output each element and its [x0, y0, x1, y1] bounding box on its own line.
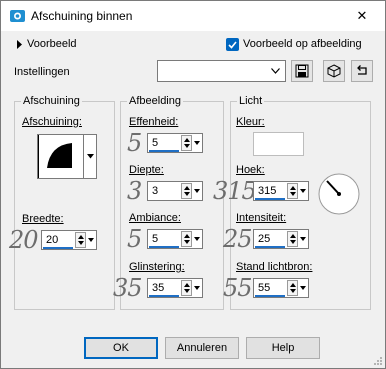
- light-elevation-dropdown[interactable]: [299, 281, 308, 295]
- light-angle-arrows[interactable]: [287, 183, 298, 199]
- light-elevation-bar: [255, 295, 285, 297]
- smoothness-bar: [149, 150, 179, 152]
- smoothness-spinner[interactable]: 5: [147, 133, 203, 153]
- light-elevation-ghost: 55: [223, 274, 253, 302]
- ambience-arrows[interactable]: [181, 231, 192, 247]
- light-angle-bar: [255, 198, 285, 200]
- chevron-down-icon: [87, 154, 94, 159]
- light-intensity-value: 25: [258, 233, 271, 245]
- bevel-width-value: 20: [46, 234, 59, 246]
- resize-grip-icon[interactable]: [373, 356, 383, 366]
- depth-spinner[interactable]: 3: [147, 181, 203, 201]
- smoothness-arrows[interactable]: [181, 135, 192, 151]
- light-intensity-arrows[interactable]: [287, 231, 298, 247]
- smoothness-label: Effenheid:: [129, 116, 179, 128]
- light-angle-dropdown[interactable]: [299, 184, 308, 198]
- help-button[interactable]: Help: [246, 337, 320, 359]
- light-angle-spinner[interactable]: 315: [253, 181, 309, 201]
- light-elevation-spinner[interactable]: 55: [253, 278, 309, 298]
- preset-options-button[interactable]: [323, 60, 345, 82]
- cancel-button[interactable]: Annuleren: [165, 337, 239, 359]
- preview-toggle[interactable]: Voorbeeld: [16, 38, 106, 52]
- bevel-group: Afschuining: [14, 95, 115, 310]
- preview-toggle-label: Voorbeeld: [27, 38, 77, 50]
- checkmark-icon: [228, 40, 237, 49]
- preview-on-image-label: Voorbeeld op afbeelding: [243, 38, 362, 50]
- depth-dropdown[interactable]: [193, 184, 202, 198]
- ambience-ghost: 5: [127, 225, 142, 253]
- light-intensity-ghost: 25: [223, 225, 253, 253]
- title-bar[interactable]: Afschuining binnen ✕: [1, 1, 385, 31]
- reset-button[interactable]: [351, 60, 373, 82]
- bevel-width-bar: [43, 247, 73, 249]
- light-intensity-spinner[interactable]: 25: [253, 229, 309, 249]
- ambience-dropdown[interactable]: [193, 232, 202, 246]
- settings-combo[interactable]: [157, 60, 286, 82]
- ambience-value: 5: [152, 233, 159, 245]
- shininess-label: Glinstering:: [129, 261, 185, 273]
- bevel-shape-dropdown[interactable]: [83, 135, 96, 178]
- light-angle-ghost: 315: [213, 177, 257, 205]
- smoothness-ghost: 5: [127, 129, 142, 157]
- bevel-width-ghost: 20: [9, 226, 39, 254]
- smoothness-dropdown[interactable]: [193, 136, 202, 150]
- shininess-ghost: 35: [113, 274, 143, 302]
- app-icon: [10, 10, 25, 22]
- bevel-shape-preview-icon: [38, 135, 84, 178]
- light-color-label: Kleur:: [236, 116, 265, 128]
- light-intensity-bar: [255, 246, 285, 248]
- light-elevation-arrows[interactable]: [287, 280, 298, 296]
- bevel-width-spinner[interactable]: 20: [41, 230, 97, 250]
- chevron-down-icon: [271, 68, 280, 74]
- light-group-title: Licht: [237, 95, 265, 107]
- ambience-bar: [149, 246, 179, 248]
- light-intensity-dropdown[interactable]: [299, 232, 308, 246]
- bevel-width-label: Breedte:: [22, 213, 64, 225]
- window-title: Afschuining binnen: [31, 9, 133, 23]
- reset-arrow-icon: [357, 65, 367, 75]
- preview-on-image-checkbox[interactable]: [226, 38, 239, 51]
- ambience-spinner[interactable]: 5: [147, 229, 203, 249]
- shininess-arrows[interactable]: [181, 280, 192, 296]
- depth-arrows[interactable]: [181, 183, 192, 199]
- save-preset-button[interactable]: [291, 60, 313, 82]
- angle-dial-icon[interactable]: [317, 172, 361, 216]
- shininess-bar: [149, 295, 179, 297]
- light-elevation-value: 55: [258, 282, 271, 294]
- ok-button[interactable]: OK: [84, 337, 158, 359]
- close-button[interactable]: ✕: [339, 1, 385, 31]
- cube-icon: [327, 64, 341, 78]
- light-elevation-label: Stand lichtbron:: [236, 261, 313, 273]
- light-angle-label: Hoek:: [236, 164, 265, 176]
- bevel-shape-picker[interactable]: [37, 134, 97, 179]
- close-icon: ✕: [356, 8, 368, 23]
- shininess-dropdown[interactable]: [193, 281, 202, 295]
- light-angle-value: 315: [258, 185, 277, 197]
- depth-value: 3: [152, 185, 159, 197]
- floppy-disk-icon: [295, 64, 309, 78]
- settings-label: Instellingen: [14, 66, 70, 78]
- bevel-shape-label: Afschuining:: [22, 116, 82, 128]
- triangle-right-icon: [17, 40, 22, 49]
- shininess-spinner[interactable]: 35: [147, 278, 203, 298]
- ambience-label: Ambiance:: [129, 212, 181, 224]
- smoothness-value: 5: [152, 137, 159, 149]
- depth-label: Diepte:: [129, 164, 164, 176]
- depth-ghost: 3: [127, 177, 142, 205]
- bevel-dialog: Afschuining binnen ✕ Voorbeeld Voorbeeld…: [0, 0, 386, 369]
- shininess-value: 35: [152, 282, 165, 294]
- light-color-swatch[interactable]: [253, 132, 304, 156]
- image-group-title: Afbeelding: [127, 95, 183, 107]
- bevel-group-title: Afschuining: [21, 95, 82, 107]
- light-intensity-label: Intensiteit:: [236, 212, 287, 224]
- bevel-width-dropdown[interactable]: [87, 233, 96, 247]
- bevel-width-arrows[interactable]: [75, 232, 86, 248]
